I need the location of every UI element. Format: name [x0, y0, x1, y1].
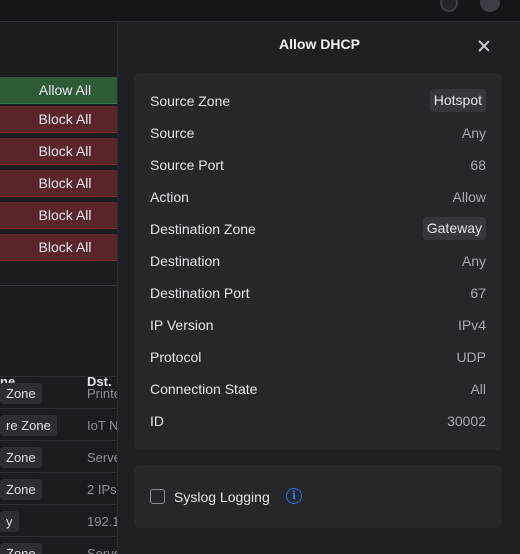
detail-row-destination: Destination Any — [150, 247, 486, 279]
table-row[interactable]: Zone Servers — [0, 440, 130, 472]
detail-value: Any — [461, 125, 486, 141]
policy-action-block[interactable]: Block All — [0, 170, 118, 197]
detail-value: Any — [461, 253, 486, 269]
notifications-icon[interactable] — [440, 0, 458, 12]
top-bar — [0, 0, 520, 22]
detail-row-destination-zone: Destination Zone Gateway — [150, 215, 486, 247]
detail-value: 67 — [470, 285, 486, 301]
detail-row-connection-state: Connection State All — [150, 375, 486, 407]
zone-chip: Zone — [0, 543, 42, 554]
dst-cell: 192.168.1.1 — [87, 514, 117, 529]
policy-detail-panel: Allow DHCP Source Zone Hotspot Source An… — [117, 22, 520, 554]
avatar[interactable] — [480, 0, 500, 12]
detail-value: UDP — [456, 349, 486, 365]
policy-action-block[interactable]: Block All — [0, 234, 118, 261]
info-icon[interactable]: i — [286, 488, 302, 504]
detail-row-source: Source Any — [150, 119, 486, 151]
detail-row-source-port: Source Port 68 — [150, 151, 486, 183]
divider — [0, 285, 130, 286]
detail-row-action: Action Allow — [150, 183, 486, 215]
table-row[interactable]: y 192.168.1.1 — [0, 504, 130, 536]
table-row[interactable]: re Zone IoT Network — [0, 408, 130, 440]
detail-label: Destination Port — [150, 285, 250, 301]
detail-row-protocol: Protocol UDP — [150, 343, 486, 375]
syslog-card: Syslog Logging i — [134, 465, 502, 528]
table-row[interactable]: Zone Servers — [0, 536, 130, 554]
zone-chip: Zone — [0, 447, 42, 468]
detail-label: Source Port — [150, 157, 224, 173]
zone-chip: Hotspot — [429, 89, 486, 112]
policy-action-block[interactable]: Block All — [0, 202, 118, 229]
detail-label: Source Zone — [150, 93, 231, 109]
detail-label: Action — [150, 189, 189, 205]
detail-value: All — [470, 381, 486, 397]
detail-label: Protocol — [150, 349, 202, 365]
policy-action-block[interactable]: Block All — [0, 106, 118, 133]
zone-chip: Zone — [0, 479, 42, 500]
detail-label: Destination — [150, 253, 221, 269]
dst-cell: IoT Network — [87, 418, 117, 433]
detail-label: Connection State — [150, 381, 258, 397]
detail-value: 68 — [470, 157, 486, 173]
zone-chip: re Zone — [0, 415, 57, 436]
syslog-logging-label[interactable]: Syslog Logging — [174, 489, 270, 505]
detail-label: ID — [150, 413, 164, 429]
table-row[interactable]: Zone Printers — [0, 376, 130, 408]
detail-row-source-zone: Source Zone Hotspot — [150, 87, 486, 119]
close-icon[interactable] — [476, 38, 492, 54]
dst-cell: Servers — [87, 450, 117, 465]
detail-label: IP Version — [150, 317, 214, 333]
detail-value: IPv4 — [457, 317, 486, 333]
dst-cell: 2 IPs — [87, 482, 117, 497]
table-row[interactable]: Zone 2 IPs — [0, 472, 130, 504]
panel-title: Allow DHCP — [279, 36, 360, 52]
detail-value: 30002 — [447, 413, 486, 429]
policy-action-allow[interactable]: Allow All — [0, 77, 118, 104]
policy-action-block[interactable]: Block All — [0, 138, 118, 165]
dst-cell: Servers — [87, 546, 117, 554]
zone-chip: Zone — [0, 383, 42, 404]
zone-chip: y — [0, 511, 19, 532]
dst-cell: Printers — [87, 386, 117, 401]
zone-chip: Gateway — [422, 217, 486, 240]
detail-value: Allow — [452, 189, 486, 205]
detail-label: Source — [150, 125, 195, 141]
detail-row-destination-port: Destination Port 67 — [150, 279, 486, 311]
detail-row-ip-version: IP Version IPv4 — [150, 311, 486, 343]
detail-row-id: ID 30002 — [150, 407, 486, 439]
syslog-logging-checkbox[interactable] — [150, 489, 165, 504]
policy-details-card: Source Zone Hotspot Source Any Source Po… — [134, 73, 502, 450]
detail-label: Destination Zone — [150, 221, 256, 237]
